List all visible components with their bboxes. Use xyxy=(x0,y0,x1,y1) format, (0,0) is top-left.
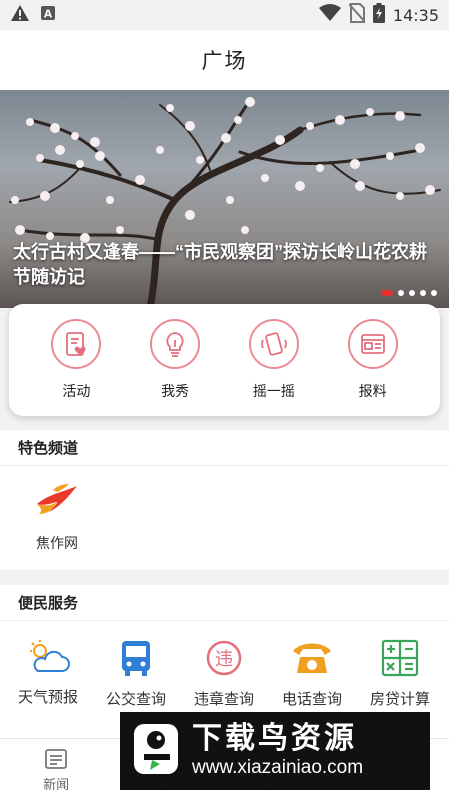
status-bar: A 14:35 xyxy=(0,0,449,30)
carousel-dot xyxy=(398,290,404,296)
no-sim-icon xyxy=(348,2,366,28)
quick-action-label: 报料 xyxy=(358,383,387,399)
quick-action-activity[interactable]: 活动 xyxy=(36,319,116,401)
svg-text:A: A xyxy=(44,7,53,20)
bus-icon xyxy=(118,639,154,682)
service-label: 电话查询 xyxy=(281,691,342,708)
activity-icon xyxy=(51,319,102,369)
bulb-icon xyxy=(150,319,201,369)
carousel-dot xyxy=(420,290,426,296)
calculator-icon xyxy=(381,639,419,682)
shake-phone-icon xyxy=(248,319,299,369)
service-bus[interactable]: 公交查询 xyxy=(92,621,180,709)
a-notification-icon: A xyxy=(40,5,56,26)
carousel-dot-active xyxy=(381,290,393,296)
service-label: 天气预报 xyxy=(17,689,78,706)
quick-action-label: 活动 xyxy=(62,383,91,399)
quick-action-label: 摇一摇 xyxy=(252,383,295,399)
watermark-overlay: 下载鸟资源 www.xiazainiao.com xyxy=(120,712,430,790)
status-time: 14:35 xyxy=(392,5,439,25)
newspaper-icon xyxy=(347,319,398,369)
wifi-icon xyxy=(318,3,341,27)
svg-text:违: 违 xyxy=(215,649,233,670)
service-label: 房贷计算 xyxy=(369,691,430,708)
quick-action-show[interactable]: 我秀 xyxy=(135,319,215,401)
news-icon xyxy=(44,747,68,774)
quick-actions-card: 活动 我秀 摇一摇 报料 xyxy=(9,304,440,416)
service-weather[interactable]: 天气预报 xyxy=(4,621,92,709)
battery-icon xyxy=(372,2,385,28)
section-title: 便民服务 xyxy=(0,585,449,621)
banner-caption[interactable]: 太行古村又逢春——“市民观察团”探访长岭山花农耕节随访记 xyxy=(13,240,433,290)
featured-section: 特色频道 焦作网 xyxy=(0,430,449,570)
phone-icon xyxy=(291,639,333,682)
jiaozuo-logo-icon xyxy=(33,482,81,523)
quick-action-label: 我秀 xyxy=(161,383,190,399)
nav-item-news[interactable]: 新闻 xyxy=(0,739,112,800)
bird-logo-icon xyxy=(130,720,182,783)
banner-carousel[interactable]: 太行古村又逢春——“市民观察团”探访长岭山花农耕节随访记 xyxy=(0,90,449,308)
service-label: 违章查询 xyxy=(193,691,254,708)
carousel-dot xyxy=(431,290,437,296)
watermark-title: 下载鸟资源 xyxy=(192,722,357,755)
section-title: 特色频道 xyxy=(0,430,449,466)
violation-icon: 违 xyxy=(205,639,243,682)
watermark-url: www.xiazainiao.com xyxy=(192,757,364,778)
carousel-dot xyxy=(409,290,415,296)
warning-icon xyxy=(10,4,30,27)
page-title: 广场 xyxy=(201,50,248,73)
page-header: 广场 xyxy=(0,30,449,90)
weather-icon xyxy=(26,639,70,680)
quick-action-report[interactable]: 报料 xyxy=(333,319,413,401)
service-label: 公交查询 xyxy=(105,691,166,708)
service-phone[interactable]: 电话查询 xyxy=(268,621,356,709)
quick-action-shake[interactable]: 摇一摇 xyxy=(234,319,314,401)
channel-label: 焦作网 xyxy=(36,535,78,551)
channel-item-jiaozuo[interactable]: 焦作网 xyxy=(26,482,88,553)
service-violation[interactable]: 违 违章查询 xyxy=(180,621,268,709)
nav-label: 新闻 xyxy=(43,776,70,792)
service-mortgage[interactable]: 房贷计算 xyxy=(356,621,444,709)
carousel-indicator xyxy=(381,290,437,296)
